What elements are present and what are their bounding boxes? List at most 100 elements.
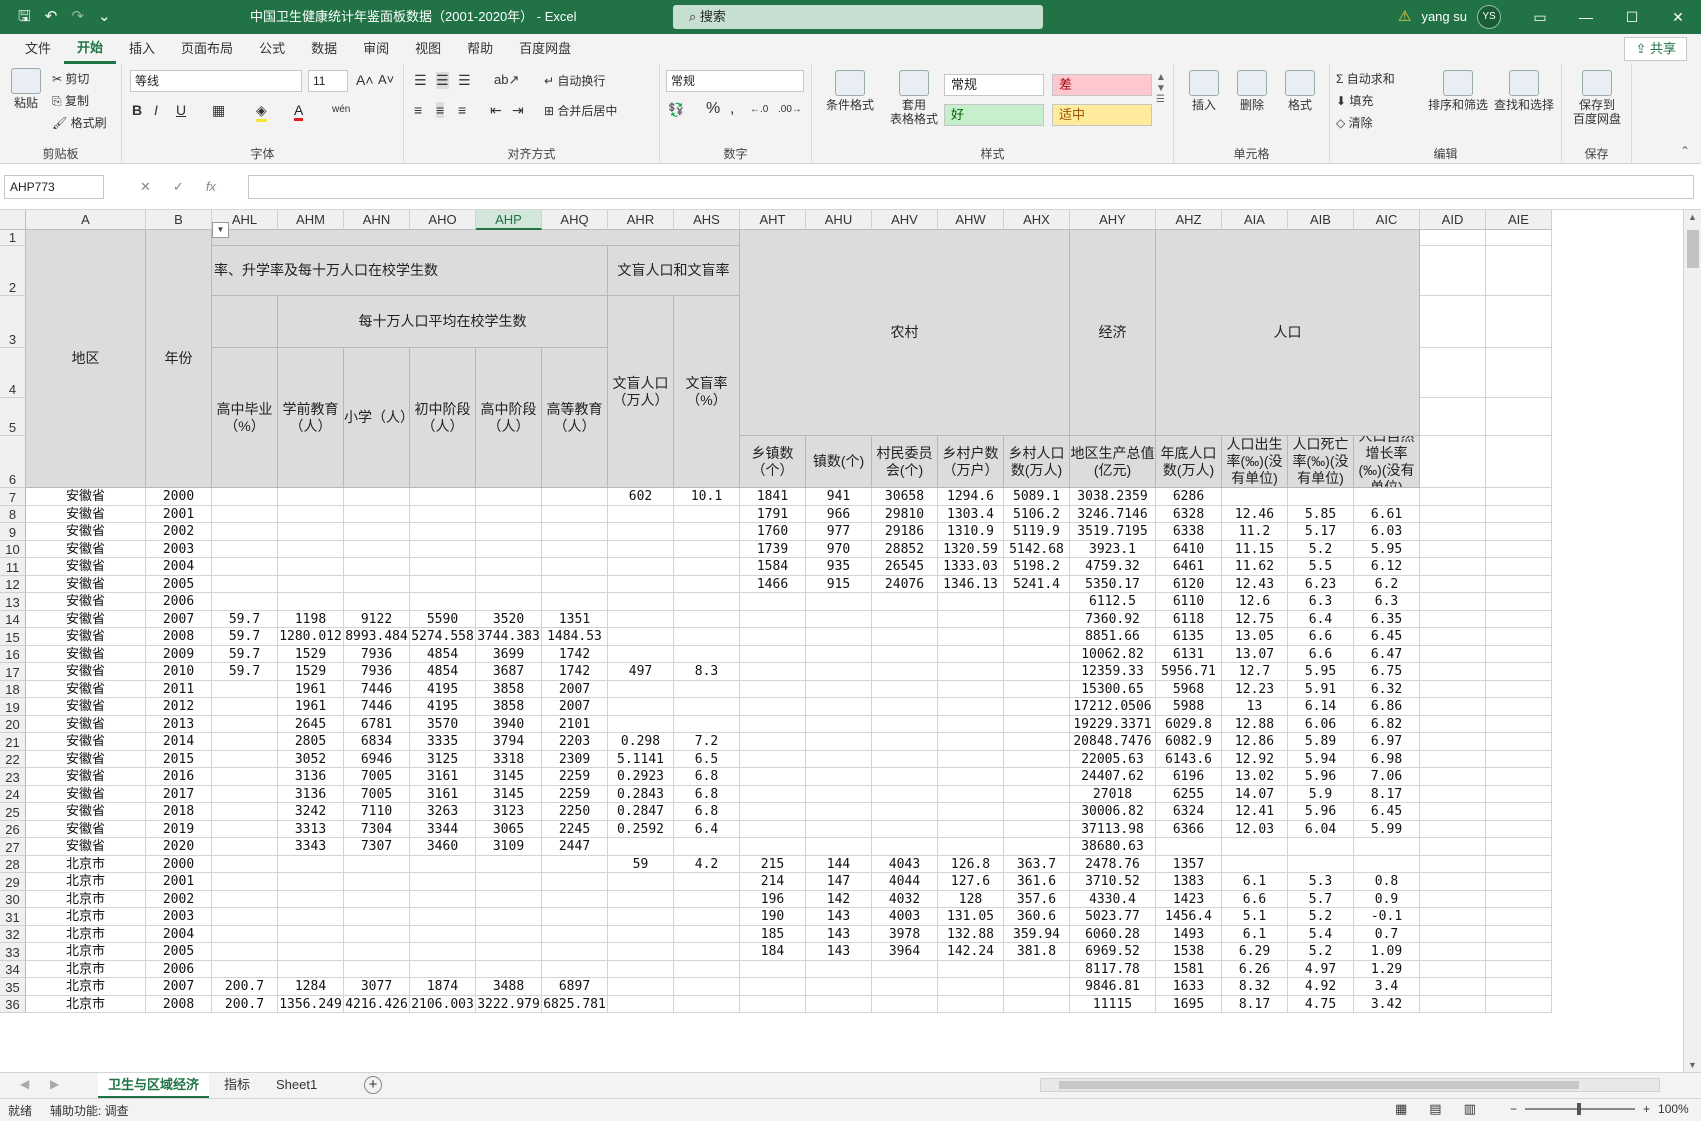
grid-cell[interactable]: 5.89 <box>1288 733 1354 751</box>
grid-cell[interactable] <box>344 873 410 891</box>
vertical-scroll-thumb[interactable] <box>1687 230 1699 268</box>
grid-cell[interactable]: 6969.52 <box>1070 943 1156 961</box>
grid-cell[interactable]: 2008 <box>146 628 212 646</box>
grid-cell[interactable] <box>740 645 806 663</box>
grid-cell[interactable]: 5.4 <box>1288 925 1354 943</box>
column-header-b[interactable]: B <box>146 210 212 230</box>
grid-cell[interactable]: 5.2 <box>1288 943 1354 961</box>
grid-cell[interactable] <box>740 785 806 803</box>
grid-cell[interactable]: 4044 <box>872 873 938 891</box>
grid-cell[interactable]: 915 <box>806 575 872 593</box>
grid-cell[interactable]: 4032 <box>872 890 938 908</box>
grid-cell[interactable]: 1294.6 <box>938 488 1004 506</box>
grid-cell[interactable] <box>1420 750 1486 768</box>
grid-cell[interactable] <box>278 558 344 576</box>
menu-tab-4[interactable]: 公式 <box>246 34 298 64</box>
grid-cell[interactable] <box>542 943 608 961</box>
grid-cell[interactable] <box>1222 838 1288 856</box>
grid-cell[interactable] <box>1420 855 1486 873</box>
grid-cell[interactable]: 3263 <box>410 803 476 821</box>
grid-cell[interactable]: 安徽省 <box>26 820 146 838</box>
grid-cell[interactable]: 2014 <box>146 733 212 751</box>
grid-cell[interactable]: 5274.558 <box>410 628 476 646</box>
grid-cell[interactable]: 6143.6 <box>1156 750 1222 768</box>
grid-cell[interactable] <box>938 680 1004 698</box>
grid-cell[interactable]: 6.12 <box>1354 558 1420 576</box>
grid-cell[interactable]: 1529 <box>278 663 344 681</box>
grid-cell[interactable]: 6461 <box>1156 558 1222 576</box>
grid-cell[interactable] <box>542 558 608 576</box>
grid-cell[interactable] <box>1420 908 1486 926</box>
grid-cell[interactable] <box>740 750 806 768</box>
grid-cell[interactable]: 214 <box>740 873 806 891</box>
grid-cell[interactable] <box>872 715 938 733</box>
grid-cell[interactable]: 59.7 <box>212 645 278 663</box>
grid-cell[interactable]: 1493 <box>1156 925 1222 943</box>
grid-cell[interactable]: 4195 <box>410 698 476 716</box>
font-size-select[interactable]: 11 <box>308 70 348 92</box>
grid-cell[interactable] <box>872 680 938 698</box>
grid-cell[interactable]: 977 <box>806 523 872 541</box>
grid-cell[interactable] <box>344 523 410 541</box>
grid-cell[interactable]: 1466 <box>740 575 806 593</box>
grid-cell[interactable]: 6.35 <box>1354 610 1420 628</box>
grid-cell[interactable] <box>806 698 872 716</box>
grid-cell[interactable]: 5119.9 <box>1004 523 1070 541</box>
row-header-6[interactable]: 6 <box>0 436 26 488</box>
grid-cell[interactable] <box>1004 715 1070 733</box>
grid-cell[interactable]: 6410 <box>1156 540 1222 558</box>
increase-font-icon[interactable]: A˄ <box>356 72 374 88</box>
grid-cell[interactable] <box>212 803 278 821</box>
grid-cell[interactable] <box>872 733 938 751</box>
grid-cell[interactable]: 5956.71 <box>1156 663 1222 681</box>
grid-cell[interactable] <box>872 978 938 996</box>
redo-icon[interactable]: ↷ <box>71 0 84 34</box>
grid-cell[interactable]: 11.15 <box>1222 540 1288 558</box>
grid-cell[interactable]: 12.7 <box>1222 663 1288 681</box>
page-break-icon[interactable]: ▥ <box>1464 1101 1476 1117</box>
autosum-button[interactable]: Σ 自动求和 <box>1336 70 1395 87</box>
grid-cell[interactable]: 6.86 <box>1354 698 1420 716</box>
grid-cell[interactable] <box>674 943 740 961</box>
grid-cell[interactable]: 5590 <box>410 610 476 628</box>
grid-cell[interactable]: 6.14 <box>1288 698 1354 716</box>
column-header-ahs[interactable]: AHS <box>674 210 740 230</box>
grid-cell[interactable]: 3570 <box>410 715 476 733</box>
grid-cell[interactable]: 安徽省 <box>26 540 146 558</box>
filter-dropdown-icon[interactable]: ▼ <box>212 222 229 238</box>
grid-cell[interactable] <box>806 995 872 1013</box>
grid-cell[interactable] <box>938 978 1004 996</box>
grid-cell[interactable] <box>344 855 410 873</box>
grid-cell[interactable]: 185 <box>740 925 806 943</box>
grid-cell[interactable]: 2004 <box>146 558 212 576</box>
grid-cell[interactable]: 7360.92 <box>1070 610 1156 628</box>
grid-cell[interactable] <box>344 540 410 558</box>
grid-cell[interactable]: 37113.98 <box>1070 820 1156 838</box>
grid-cell[interactable]: 6825.781 <box>542 995 608 1013</box>
grid-cell[interactable]: 2010 <box>146 663 212 681</box>
grid-cell[interactable] <box>674 960 740 978</box>
name-box[interactable]: AHP773 <box>4 175 104 199</box>
grid-cell[interactable]: 5089.1 <box>1004 488 1070 506</box>
grid-cell[interactable]: 3858 <box>476 680 542 698</box>
grid-cell[interactable] <box>674 890 740 908</box>
grid-cell[interactable]: 13 <box>1222 698 1288 716</box>
grid-cell[interactable]: 7.2 <box>674 733 740 751</box>
grid-cell[interactable] <box>1004 645 1070 663</box>
grid-cell[interactable] <box>1222 488 1288 506</box>
grid-cell[interactable] <box>1420 890 1486 908</box>
grid-cell[interactable]: 安徽省 <box>26 680 146 698</box>
grid-cell[interactable]: 5.1 <box>1222 908 1288 926</box>
grid-cell[interactable] <box>1420 296 1486 348</box>
grid-cell[interactable]: 14.07 <box>1222 785 1288 803</box>
menu-tab-7[interactable]: 视图 <box>402 34 454 64</box>
grid-cell[interactable] <box>344 908 410 926</box>
grid-cell[interactable]: 9846.81 <box>1070 978 1156 996</box>
grid-cell[interactable] <box>872 750 938 768</box>
percent-icon[interactable]: % <box>706 100 720 118</box>
grid-cell[interactable] <box>212 575 278 593</box>
grid-cell[interactable] <box>410 873 476 891</box>
copy-button[interactable]: ⎘ 复制 <box>52 92 89 109</box>
grid-cell[interactable] <box>1420 803 1486 821</box>
grid-cell[interactable] <box>1486 803 1552 821</box>
